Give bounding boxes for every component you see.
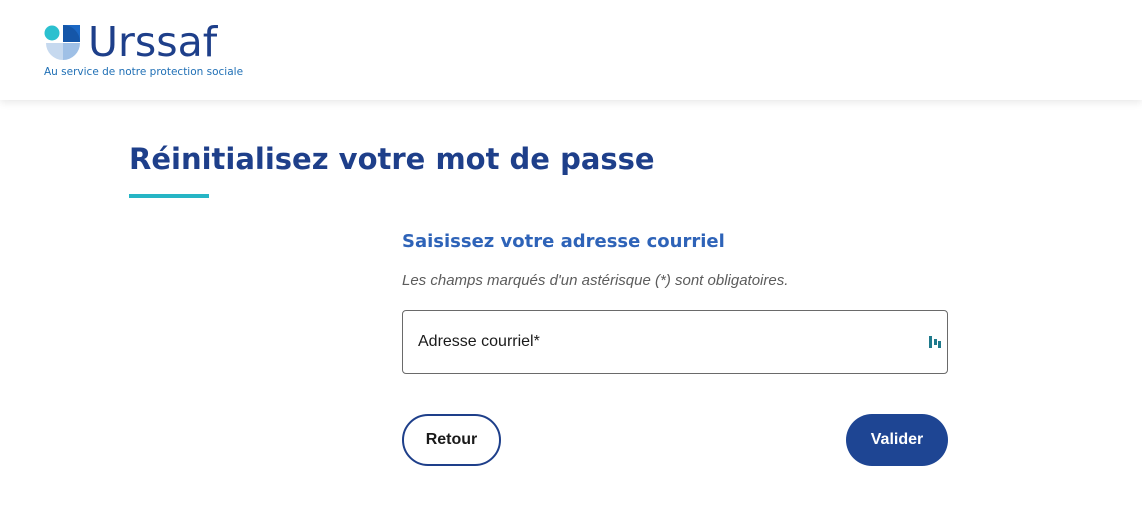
title-underline [129,194,209,198]
site-header: Urssaf Au service de notre protection so… [0,0,1142,100]
logo-wordmark: Urssaf [88,18,218,66]
urssaf-logo[interactable]: Urssaf Au service de notre protection so… [44,18,244,82]
submit-button[interactable]: Valider [846,414,948,466]
required-fields-note: Les champs marqués d'un astérisque (*) s… [402,272,789,289]
urssaf-logo-mark-icon [44,25,80,60]
email-input[interactable] [403,311,947,373]
password-manager-icon[interactable] [929,335,941,349]
form-heading: Saisissez votre adresse courriel [402,231,725,252]
back-button[interactable]: Retour [402,414,501,466]
page-title: Réinitialisez votre mot de passe [129,142,655,176]
logo-tagline: Au service de notre protection sociale [44,66,244,78]
email-field[interactable]: Adresse courriel* [402,310,948,374]
